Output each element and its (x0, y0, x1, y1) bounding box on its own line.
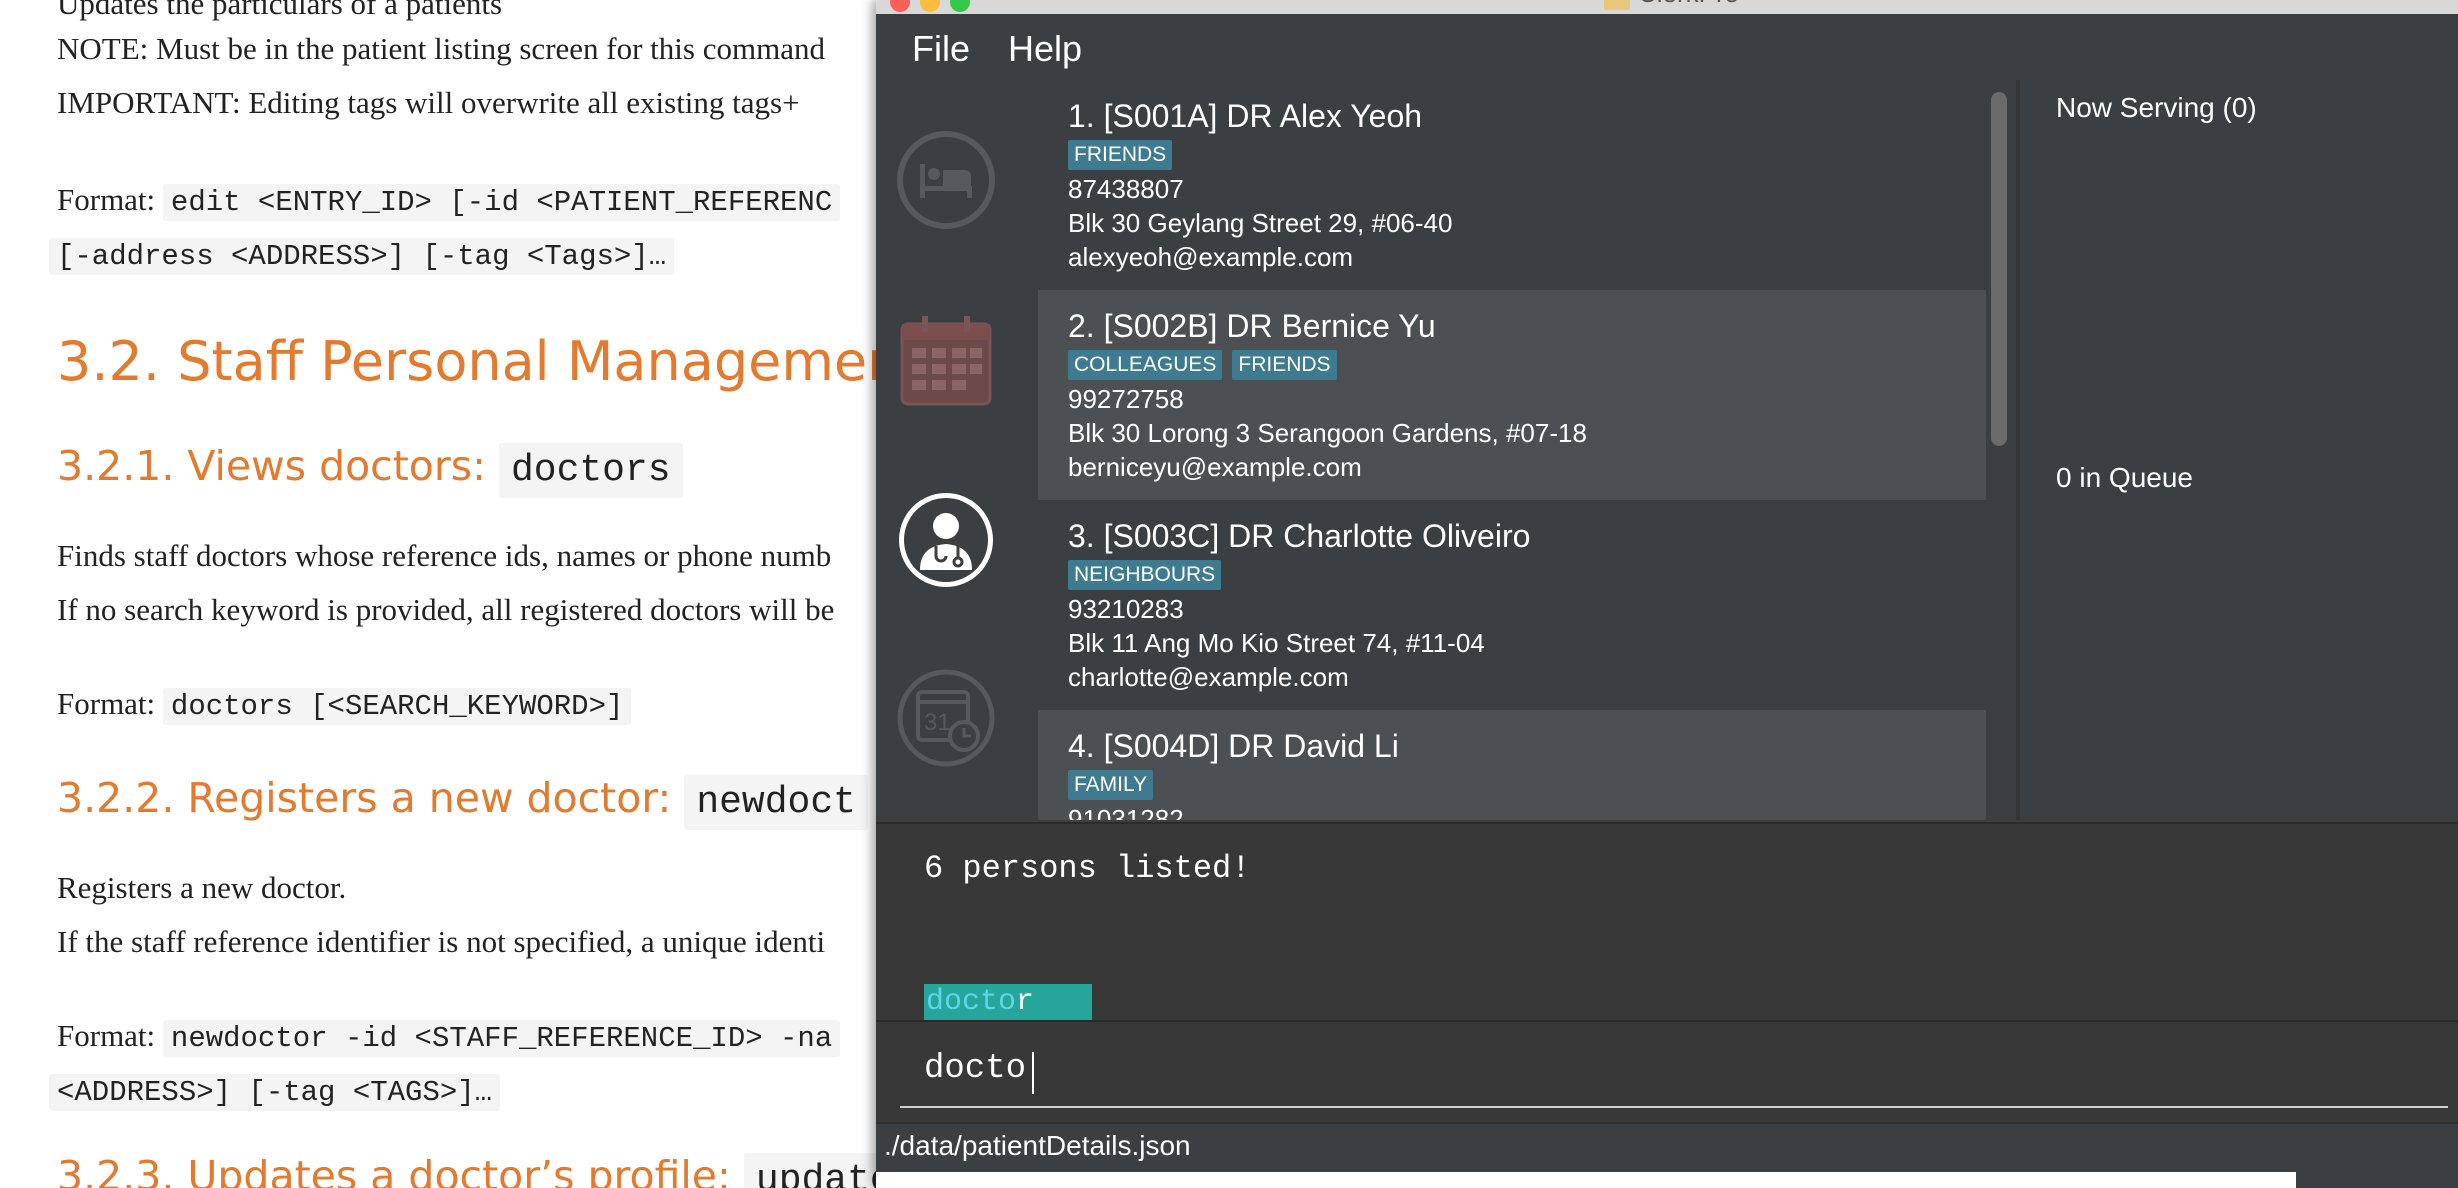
save-location: ./data/patientDetails.json (884, 1130, 1191, 1161)
menu-help[interactable]: Help (1008, 28, 1082, 70)
tag-label: FAMILY (1068, 770, 1154, 800)
person-name: 2. [S002B] DR Bernice Yu (1068, 308, 1436, 344)
format-label: Format: (57, 686, 156, 721)
list-item[interactable]: 4. [S004D] DR David Li FAMILY 91031282 (1038, 710, 1986, 820)
person-name: 4. [S004D] DR David Li (1068, 728, 1399, 764)
register-desc-1: Registers a new doctor. (57, 870, 347, 905)
suggestion-match: docto (926, 985, 1017, 1019)
person-address: Blk 30 Lorong 3 Serangoon Gardens, #07-1… (1068, 418, 1587, 448)
person-name: 1. [S001A] DR Alex Yeoh (1068, 98, 1423, 134)
edit-format-code-2: [-address <ADDRESS>] [-tag <Tags>]… (49, 238, 675, 275)
list-scrollbar-thumb[interactable] (1991, 92, 2007, 446)
person-name: 3. [S003C] DR Charlotte Oliveiro (1068, 518, 1531, 554)
newdoctor-format: Format: newdoctor -id <STAFF_REFERENCE_I… (57, 1016, 841, 1059)
heading-update-text: 3.2.3. Updates a doctor’s profile: (57, 1152, 731, 1188)
in-queue-label: 0 in Queue (2056, 462, 2193, 493)
heading-views-code: doctors (498, 443, 683, 498)
app-window: ClerkPro File Help (876, 0, 2458, 1188)
command-input[interactable]: docto (924, 1050, 1026, 1088)
status-bar: ./data/patientDetails.json (876, 1122, 2458, 1172)
desktop-background (876, 1172, 2296, 1188)
text-cursor (1032, 1052, 1034, 1094)
tag-label: FRIENDS (1232, 350, 1337, 380)
person-phone: 91031282 (1068, 804, 1184, 820)
tag-label: NEIGHBOURS (1068, 560, 1222, 590)
doc-line-top: Updates the particulars of a patients (57, 0, 503, 21)
tag-group: FAMILY (1068, 770, 1163, 800)
person-address: Blk 30 Geylang Street 29, #06-40 (1068, 208, 1453, 238)
title-bar: ClerkPro (876, 0, 2458, 14)
user-guide-document: Updates the particulars of a patients NO… (0, 0, 880, 1188)
heading-views-text: 3.2.1. Views doctors: (57, 442, 486, 490)
edit-format: Format: edit <ENTRY_ID> [-id <PATIENT_RE… (57, 180, 841, 223)
schedule-icon[interactable]: 31 (896, 668, 996, 768)
person-phone: 87438807 (1068, 174, 1184, 204)
tag-label: FRIENDS (1068, 140, 1173, 170)
tag-label: COLLEAGUES (1068, 350, 1223, 380)
newdoctor-format-code-2: <ADDRESS>] [-tag <TAGS>]… (49, 1074, 501, 1111)
newdoctor-format-code-1: newdoctor -id <STAFF_REFERENCE_ID> -na (162, 1020, 841, 1057)
menu-bar: File Help (876, 14, 2458, 80)
now-serving-label: Now Serving (0) (2056, 92, 2257, 123)
command-underline (900, 1106, 2448, 1108)
person-email: alexyeoh@example.com (1068, 242, 1354, 272)
heading-register-doctor: 3.2.2. Registers a new doctor: newdoct (57, 774, 868, 830)
person-list[interactable]: 1. [S001A] DR Alex Yeoh FRIENDS 87438807… (1038, 80, 1986, 820)
heading-register-code: newdoct (684, 775, 868, 830)
tag-group: COLLEAGUES FRIENDS (1068, 350, 1347, 380)
folder-icon (1604, 0, 1630, 10)
close-window-button[interactable] (890, 0, 910, 12)
format-label: Format: (57, 1018, 156, 1053)
doctors-format: Format: doctors [<SEARCH_KEYWORD>] (57, 684, 632, 727)
suggestion-rest: r (1016, 985, 1035, 1019)
register-desc-2: If the staff reference identifier is not… (57, 924, 826, 959)
calendar-icon[interactable] (896, 312, 996, 412)
newdoctor-format-line-2: <ADDRESS>] [-tag <TAGS>]… (49, 1070, 501, 1113)
views-desc-2: If no search keyword is provided, all re… (57, 592, 835, 627)
menu-file[interactable]: File (912, 28, 970, 70)
window-title: ClerkPro (1638, 0, 1739, 9)
svg-text:31: 31 (924, 709, 951, 736)
queue-panel (2020, 80, 2458, 820)
result-message: 6 persons listed! (924, 850, 1251, 887)
heading-staff-management: 3.2. Staff Personal Management (57, 330, 880, 393)
tag-group: NEIGHBOURS (1068, 560, 1231, 590)
doc-important: IMPORTANT: Editing tags will overwrite a… (57, 85, 800, 120)
list-item[interactable]: 3. [S003C] DR Charlotte Oliveiro NEIGHBO… (1038, 500, 1986, 710)
heading-views-doctors: 3.2.1. Views doctors: doctors (57, 442, 683, 498)
person-phone: 99272758 (1068, 384, 1184, 414)
edit-format-code-1: edit <ENTRY_ID> [-id <PATIENT_REFERENC (162, 184, 841, 221)
person-phone: 93210283 (1068, 594, 1184, 624)
person-email: charlotte@example.com (1068, 662, 1349, 692)
format-label: Format: (57, 182, 156, 217)
minimize-window-button[interactable] (920, 0, 940, 12)
list-item[interactable]: 1. [S001A] DR Alex Yeoh FRIENDS 87438807… (1038, 80, 1986, 290)
doc-note: NOTE: Must be in the patient listing scr… (57, 31, 825, 66)
list-item[interactable]: 2. [S002B] DR Bernice Yu COLLEAGUES FRIEN… (1038, 290, 1986, 500)
result-display: 6 persons listed! doctor (876, 822, 2458, 1020)
person-address: Blk 11 Ang Mo Kio Street 74, #11-04 (1068, 628, 1485, 658)
bed-icon[interactable] (896, 130, 996, 230)
tag-group: FRIENDS (1068, 140, 1182, 170)
heading-update-doctor: 3.2.3. Updates a doctor’s profile: updat… (57, 1152, 880, 1188)
person-email: berniceyu@example.com (1068, 452, 1362, 482)
doctors-format-code: doctors [<SEARCH_KEYWORD>] (162, 688, 632, 725)
views-desc-1: Finds staff doctors whose reference ids,… (57, 538, 832, 573)
autocomplete-suggestion[interactable]: doctor (924, 984, 1092, 1020)
heading-update-code: updatedoctor (743, 1153, 880, 1188)
heading-register-text: 3.2.2. Registers a new doctor: (57, 774, 672, 822)
doctor-icon[interactable] (896, 490, 996, 590)
edit-format-line-2: [-address <ADDRESS>] [-tag <Tags>]… (49, 234, 675, 277)
maximize-window-button[interactable] (950, 0, 970, 12)
